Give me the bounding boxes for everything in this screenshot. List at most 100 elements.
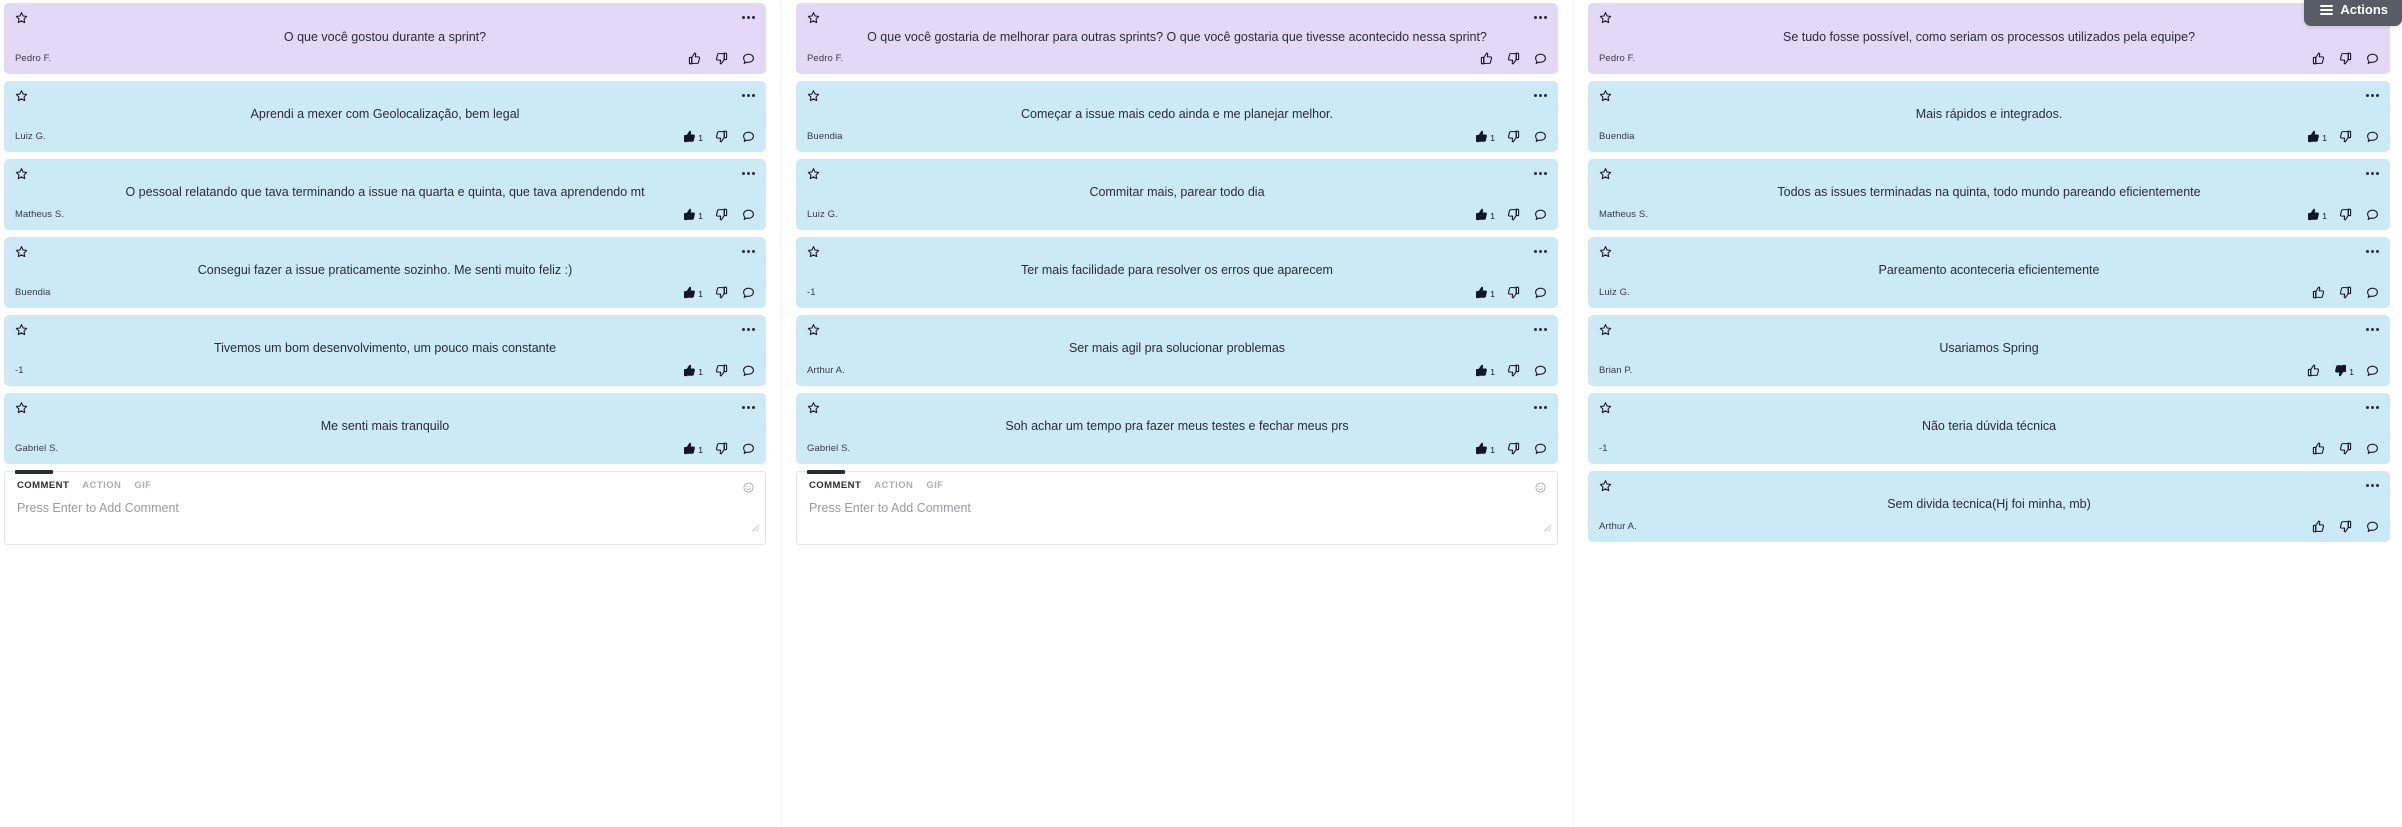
thumbs-up-icon[interactable]: 1 — [683, 364, 703, 377]
more-options-icon[interactable] — [739, 245, 755, 258]
comment-input[interactable]: Press Enter to Add Comment — [17, 501, 753, 516]
thumbs-down-icon[interactable] — [715, 52, 730, 65]
thumbs-down-icon[interactable] — [1507, 130, 1522, 143]
more-options-icon[interactable] — [1531, 245, 1547, 258]
question-card[interactable]: Se tudo fosse possível, como seriam os p… — [1588, 3, 2390, 74]
question-card[interactable]: O que você gostou durante a sprint? Pedro… — [4, 3, 766, 74]
composer-tab-gif[interactable]: GIF — [134, 480, 151, 491]
comment-icon[interactable] — [742, 52, 755, 65]
thumbs-down-icon[interactable] — [1507, 52, 1522, 65]
question-card[interactable]: O que você gostaria de melhorar para out… — [796, 3, 1558, 74]
actions-button[interactable]: Actions — [2304, 0, 2402, 26]
comment-input[interactable]: Press Enter to Add Comment — [809, 501, 1545, 516]
star-icon[interactable] — [807, 401, 820, 414]
thumbs-up-icon[interactable]: 1 — [2307, 130, 2327, 143]
thumbs-down-icon[interactable] — [2339, 520, 2354, 533]
thumbs-up-icon[interactable] — [1480, 52, 1495, 65]
thumbs-up-icon[interactable]: 1 — [683, 208, 703, 221]
more-options-icon[interactable] — [1531, 11, 1547, 24]
more-options-icon[interactable] — [1531, 401, 1547, 414]
feedback-card[interactable]: Usariamos Spring Brian P. 1 — [1588, 315, 2390, 386]
star-icon[interactable] — [807, 11, 820, 24]
star-icon[interactable] — [15, 167, 28, 180]
comment-composer[interactable]: COMMENT ACTION GIF Press Enter to Add Comme… — [796, 470, 1558, 545]
more-options-icon[interactable] — [739, 323, 755, 336]
more-options-icon[interactable] — [1531, 323, 1547, 336]
comment-composer[interactable]: COMMENT ACTION GIF Press Enter to Add Comme… — [4, 470, 766, 545]
thumbs-down-icon[interactable] — [715, 286, 730, 299]
thumbs-up-icon[interactable]: 1 — [2307, 208, 2327, 221]
feedback-card[interactable]: Mais rápidos e integrados. Buendia 1 — [1588, 81, 2390, 152]
feedback-card[interactable]: Começar a issue mais cedo ainda e me pla… — [796, 81, 1558, 152]
more-options-icon[interactable] — [739, 401, 755, 414]
star-icon[interactable] — [807, 323, 820, 336]
more-options-icon[interactable] — [739, 89, 755, 102]
star-icon[interactable] — [1599, 479, 1612, 492]
comment-icon[interactable] — [2366, 286, 2379, 299]
thumbs-down-icon[interactable] — [1507, 286, 1522, 299]
thumbs-down-icon[interactable] — [2339, 208, 2354, 221]
feedback-card[interactable]: Pareamento aconteceria eficientemente Lui… — [1588, 237, 2390, 308]
comment-icon[interactable] — [2366, 52, 2379, 65]
composer-tab-comment[interactable]: COMMENT — [809, 480, 861, 491]
feedback-card[interactable]: Ter mais facilidade para resolver os err… — [796, 237, 1558, 308]
thumbs-down-icon[interactable]: 1 — [2334, 364, 2354, 377]
star-icon[interactable] — [807, 245, 820, 258]
thumbs-up-icon[interactable] — [688, 52, 703, 65]
composer-tab-comment[interactable]: COMMENT — [17, 480, 69, 491]
star-icon[interactable] — [15, 89, 28, 102]
thumbs-down-icon[interactable] — [2339, 130, 2354, 143]
comment-icon[interactable] — [1534, 442, 1547, 455]
comment-icon[interactable] — [2366, 442, 2379, 455]
thumbs-up-icon[interactable]: 1 — [1475, 286, 1495, 299]
thumbs-down-icon[interactable] — [1507, 364, 1522, 377]
more-options-icon[interactable] — [2363, 479, 2379, 492]
thumbs-up-icon[interactable]: 1 — [1475, 364, 1495, 377]
thumbs-up-icon[interactable]: 1 — [1475, 130, 1495, 143]
feedback-card[interactable]: Consegui fazer a issue praticamente sozi… — [4, 237, 766, 308]
thumbs-down-icon[interactable] — [715, 208, 730, 221]
star-icon[interactable] — [15, 323, 28, 336]
star-icon[interactable] — [1599, 245, 1612, 258]
more-options-icon[interactable] — [2363, 401, 2379, 414]
feedback-card[interactable]: Aprendi a mexer com Geolocalização, bem … — [4, 81, 766, 152]
star-icon[interactable] — [1599, 323, 1612, 336]
feedback-card[interactable]: Sem divida tecnica(Hj foi minha, mb) Arth… — [1588, 471, 2390, 542]
feedback-card[interactable]: Tivemos um bom desenvolvimento, um pouco… — [4, 315, 766, 386]
star-icon[interactable] — [15, 401, 28, 414]
star-icon[interactable] — [1599, 401, 1612, 414]
comment-icon[interactable] — [742, 442, 755, 455]
thumbs-down-icon[interactable] — [715, 130, 730, 143]
emoji-smiley-icon[interactable] — [1535, 480, 1546, 493]
star-icon[interactable] — [15, 245, 28, 258]
thumbs-down-icon[interactable] — [715, 442, 730, 455]
more-options-icon[interactable] — [1531, 89, 1547, 102]
thumbs-up-icon[interactable] — [2312, 52, 2327, 65]
thumbs-up-icon[interactable] — [2312, 442, 2327, 455]
comment-icon[interactable] — [2366, 520, 2379, 533]
emoji-smiley-icon[interactable] — [743, 480, 754, 493]
more-options-icon[interactable] — [2363, 245, 2379, 258]
composer-tab-action[interactable]: ACTION — [874, 480, 913, 491]
thumbs-up-icon[interactable] — [2312, 520, 2327, 533]
comment-icon[interactable] — [1534, 52, 1547, 65]
star-icon[interactable] — [807, 89, 820, 102]
star-icon[interactable] — [1599, 167, 1612, 180]
thumbs-down-icon[interactable] — [2339, 286, 2354, 299]
comment-icon[interactable] — [742, 208, 755, 221]
thumbs-down-icon[interactable] — [1507, 208, 1522, 221]
comment-icon[interactable] — [1534, 364, 1547, 377]
thumbs-up-icon[interactable]: 1 — [683, 286, 703, 299]
comment-icon[interactable] — [742, 130, 755, 143]
comment-icon[interactable] — [1534, 208, 1547, 221]
thumbs-up-icon[interactable]: 1 — [1475, 208, 1495, 221]
composer-tab-action[interactable]: ACTION — [82, 480, 121, 491]
thumbs-down-icon[interactable] — [2339, 442, 2354, 455]
feedback-card[interactable]: Me senti mais tranquilo Gabriel S. 1 — [4, 393, 766, 464]
thumbs-up-icon[interactable]: 1 — [683, 442, 703, 455]
thumbs-down-icon[interactable] — [2339, 52, 2354, 65]
more-options-icon[interactable] — [1531, 167, 1547, 180]
star-icon[interactable] — [807, 167, 820, 180]
thumbs-down-icon[interactable] — [1507, 442, 1522, 455]
more-options-icon[interactable] — [2363, 89, 2379, 102]
